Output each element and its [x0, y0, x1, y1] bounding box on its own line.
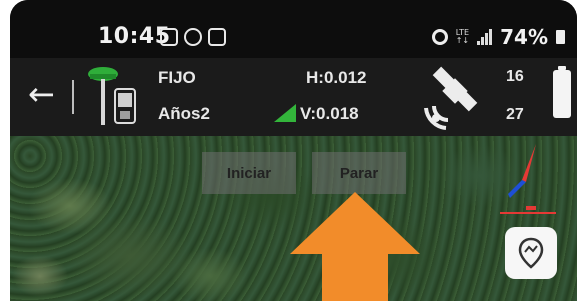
system-icons: LTE ↑↓ 74%	[431, 25, 565, 49]
satellite-map[interactable]: Iniciar Parar	[10, 136, 577, 301]
lte-icon: LTE ↑↓	[455, 28, 470, 45]
receiver-battery-icon	[553, 66, 571, 118]
app-toolbar: ← FIJO Años2 H:0.012 V:0.018 16 27	[10, 58, 577, 136]
alarm-icon	[431, 29, 448, 45]
locate-button[interactable]	[505, 227, 557, 279]
compass-icon[interactable]	[496, 136, 556, 226]
location-pin-icon	[518, 237, 544, 269]
signal-strength-icon	[274, 104, 296, 122]
mode-label: FIJO	[158, 68, 196, 87]
v-precision: V:0.018	[300, 104, 359, 123]
controller-icon	[114, 88, 136, 124]
toolbar-divider	[72, 80, 74, 114]
annotation-arrow	[290, 192, 420, 301]
pinwheel-icon	[184, 28, 202, 46]
phone-screen: 10:45 LTE ↑↓ 74% ← FIJO Años2 H:0.012 V:…	[10, 0, 577, 301]
antenna-label: Años2	[158, 104, 210, 123]
instagram-icon	[208, 28, 226, 46]
signal-icon	[477, 29, 493, 45]
satellites-tracked: 16	[506, 68, 524, 85]
h-precision: H:0.012	[306, 68, 367, 87]
instagram-icon	[160, 28, 178, 46]
notification-icons	[160, 28, 226, 46]
stop-button[interactable]: Parar	[312, 152, 406, 194]
status-bar: 10:45 LTE ↑↓ 74%	[10, 0, 577, 58]
satellites-used: 27	[506, 106, 524, 123]
battery-icon	[556, 30, 565, 44]
back-arrow-icon[interactable]: ←	[28, 78, 55, 110]
battery-percent: 74%	[500, 25, 548, 49]
satellite-icon[interactable]	[420, 62, 490, 134]
start-button[interactable]: Iniciar	[202, 152, 296, 194]
